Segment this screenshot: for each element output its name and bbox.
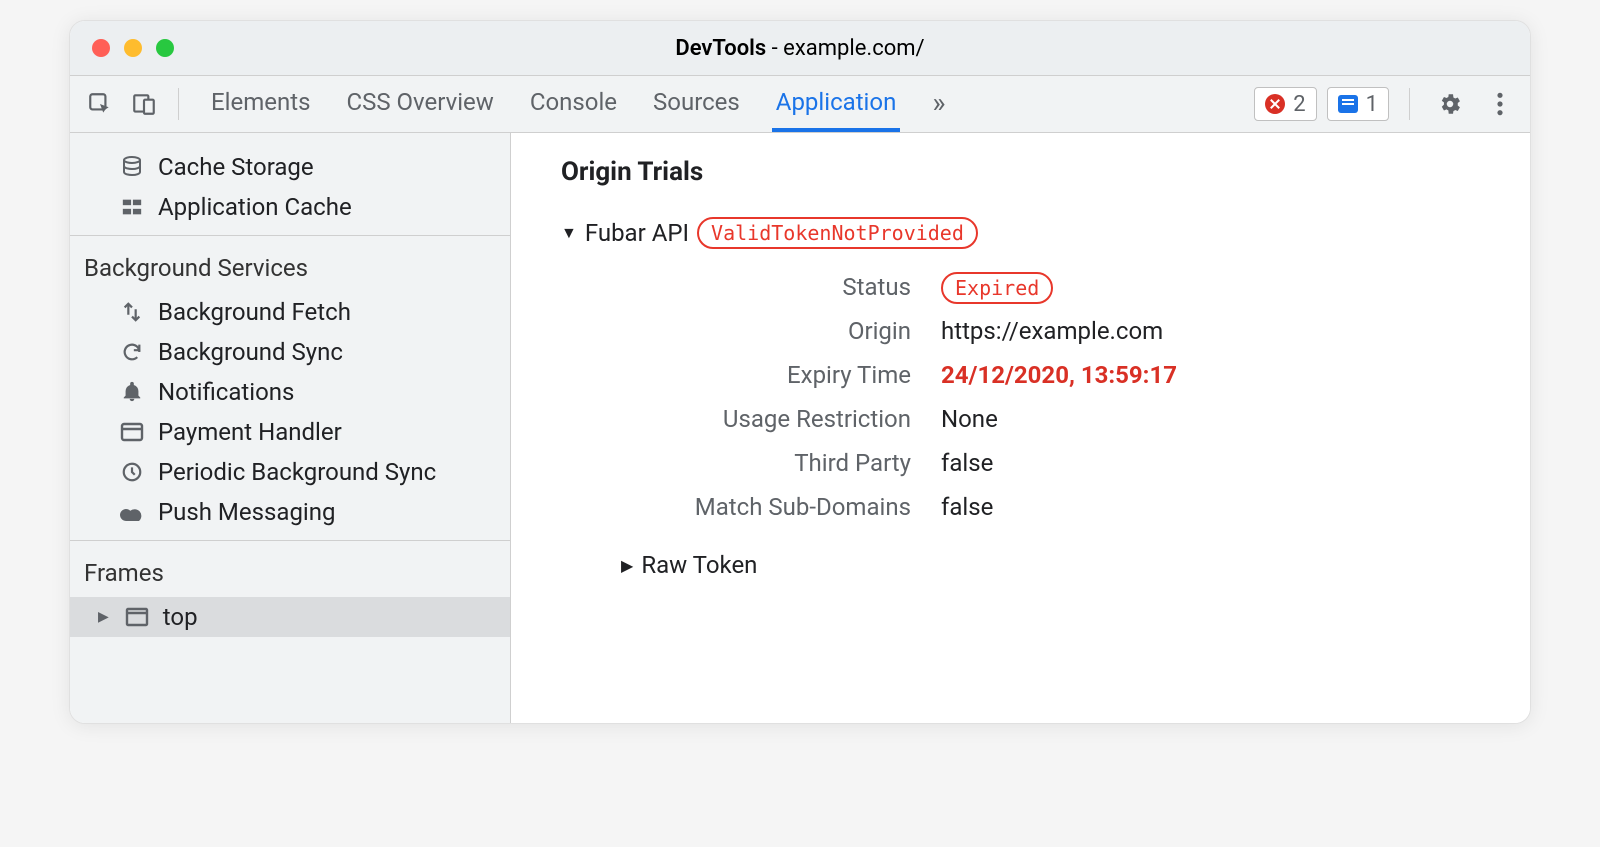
titlebar: DevTools - example.com/: [70, 21, 1530, 76]
sidebar-item-label: Cache Storage: [158, 153, 314, 181]
window-icon: [123, 607, 151, 627]
kv-value: None: [941, 405, 998, 433]
toolbar-separator: [1409, 88, 1410, 120]
sidebar-item-background-fetch[interactable]: Background Fetch: [70, 292, 510, 332]
kv-key: Usage Restriction: [591, 405, 911, 433]
device-toggle-icon[interactable]: [124, 84, 164, 124]
application-sidebar: Cache Storage Application Cache Backgrou…: [70, 133, 511, 723]
settings-icon[interactable]: [1430, 84, 1470, 124]
sidebar-item-application-cache[interactable]: Application Cache: [70, 187, 510, 227]
bell-icon: [118, 381, 146, 403]
more-icon[interactable]: [1480, 84, 1520, 124]
kv-row-expiry: Expiry Time 24/12/2020, 13:59:17: [591, 361, 1490, 389]
status-badge: Expired: [941, 272, 1053, 304]
kv-row-match-subdomains: Match Sub-Domains false: [591, 493, 1490, 521]
sync-icon: [118, 341, 146, 363]
sidebar-item-label: Background Fetch: [158, 298, 351, 326]
panel-tabs: Elements CSS Overview Console Sources Ap…: [207, 76, 949, 132]
sidebar-item-label: Periodic Background Sync: [158, 458, 436, 486]
raw-token-row[interactable]: ▶ Raw Token: [621, 551, 1490, 579]
window-title: DevTools - example.com/: [70, 36, 1530, 61]
kv-value: https://example.com: [941, 317, 1163, 345]
db-icon: [118, 155, 146, 179]
kv-key: Third Party: [591, 449, 911, 477]
origin-trial-name: Fubar API: [585, 219, 689, 247]
sidebar-item-payment-handler[interactable]: Payment Handler: [70, 412, 510, 452]
sidebar-item-notifications[interactable]: Notifications: [70, 372, 510, 412]
sidebar-item-label: Push Messaging: [158, 498, 335, 526]
panel-heading: Origin Trials: [561, 157, 1490, 187]
sidebar-item-label: Application Cache: [158, 193, 352, 221]
sidebar-item-label: Background Sync: [158, 338, 343, 366]
tab-css-overview[interactable]: CSS Overview: [342, 76, 497, 132]
kv-row-status: Status Expired: [591, 273, 1490, 301]
main-panel: Origin Trials ▼ Fubar API ValidTokenNotP…: [511, 133, 1530, 723]
toolbar-separator: [178, 88, 179, 120]
sidebar-item-cache-storage[interactable]: Cache Storage: [70, 147, 510, 187]
kv-value: 24/12/2020, 13:59:17: [941, 361, 1177, 389]
sidebar-item-background-sync[interactable]: Background Sync: [70, 332, 510, 372]
chevron-right-icon: ▶: [621, 556, 633, 575]
tabs-overflow-icon[interactable]: »: [928, 76, 949, 132]
kv-value: false: [941, 493, 993, 521]
window-controls: [70, 39, 174, 57]
tab-sources[interactable]: Sources: [649, 76, 744, 132]
origin-trial-row[interactable]: ▼ Fubar API ValidTokenNotProvided: [561, 217, 1490, 249]
error-count-button[interactable]: 2: [1254, 87, 1316, 121]
sidebar-item-push-messaging[interactable]: Push Messaging: [70, 492, 510, 532]
panel-content: Cache Storage Application Cache Backgrou…: [70, 133, 1530, 723]
kv-key: Match Sub-Domains: [591, 493, 911, 521]
kv-value: false: [941, 449, 993, 477]
sidebar-item-frame-top[interactable]: ▶ top: [70, 597, 510, 637]
sidebar-item-label: Notifications: [158, 378, 294, 406]
card-icon: [118, 422, 146, 442]
kv-key: Expiry Time: [591, 361, 911, 389]
kv-key: Status: [591, 273, 911, 301]
origin-trial-status-badge: ValidTokenNotProvided: [697, 217, 978, 249]
grid-icon: [118, 196, 146, 218]
tab-console[interactable]: Console: [526, 76, 621, 132]
tab-application[interactable]: Application: [772, 76, 901, 132]
inspect-element-icon[interactable]: [80, 84, 120, 124]
issues-icon: [1338, 95, 1358, 113]
kv-row-third-party: Third Party false: [591, 449, 1490, 477]
fetch-icon: [118, 301, 146, 323]
sidebar-heading-background-services: Background Services: [70, 244, 510, 292]
error-count-value: 2: [1293, 92, 1305, 117]
kv-row-origin: Origin https://example.com: [591, 317, 1490, 345]
sidebar-heading-frames: Frames: [70, 549, 510, 597]
error-icon: [1265, 94, 1285, 114]
issues-count-value: 1: [1366, 92, 1378, 117]
sidebar-item-periodic-background-sync[interactable]: Periodic Background Sync: [70, 452, 510, 492]
clock-icon: [118, 461, 146, 483]
kv-key: Origin: [591, 317, 911, 345]
tab-elements[interactable]: Elements: [207, 76, 314, 132]
raw-token-label: Raw Token: [641, 551, 757, 579]
sidebar-item-label: Payment Handler: [158, 418, 342, 446]
devtools-window: DevTools - example.com/ Elements CSS Ove…: [69, 20, 1531, 724]
main-toolbar: Elements CSS Overview Console Sources Ap…: [70, 76, 1530, 133]
chevron-right-icon: ▶: [98, 609, 109, 625]
sidebar-item-label: top: [163, 603, 198, 631]
close-window-button[interactable]: [92, 39, 110, 57]
issues-count-button[interactable]: 1: [1327, 87, 1389, 121]
chevron-down-icon: ▼: [561, 223, 577, 243]
fullscreen-window-button[interactable]: [156, 39, 174, 57]
cloud-icon: [118, 503, 146, 521]
kv-row-usage-restriction: Usage Restriction None: [591, 405, 1490, 433]
minimize-window-button[interactable]: [124, 39, 142, 57]
